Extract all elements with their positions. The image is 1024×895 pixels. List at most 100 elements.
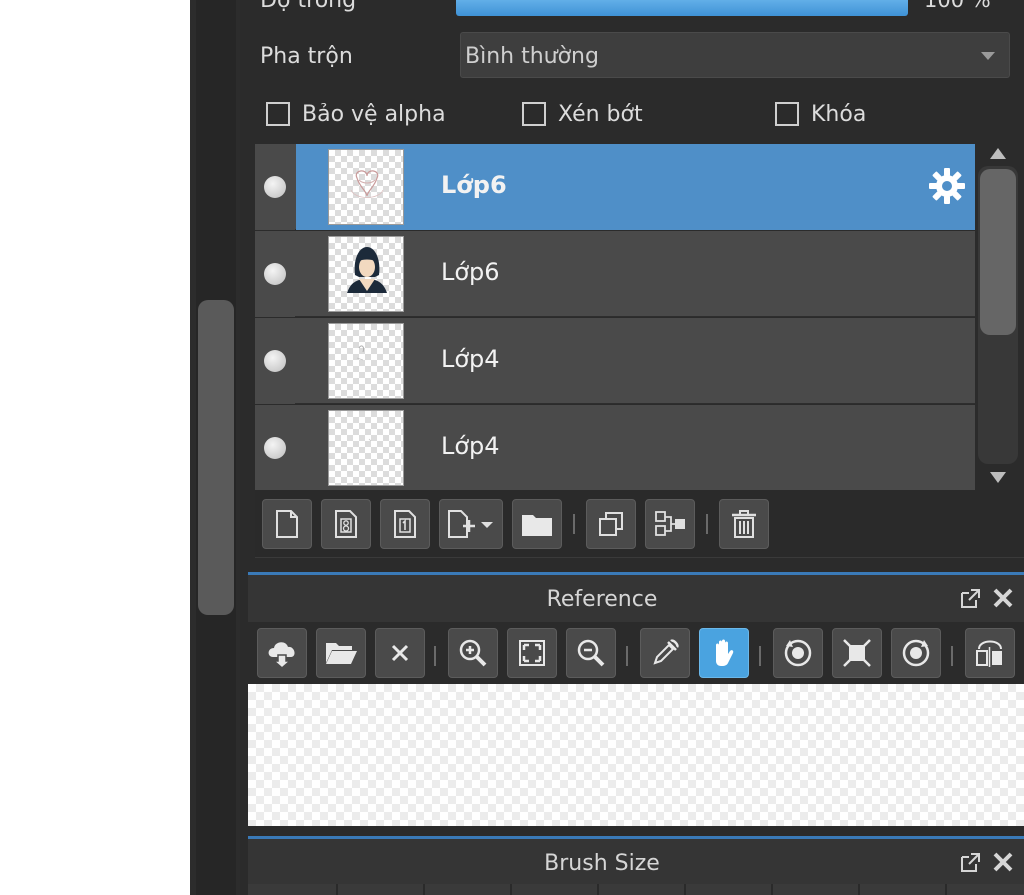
new-layer-icon — [276, 510, 298, 538]
lock-checkbox[interactable]: Khóa — [775, 96, 866, 132]
layer-toolbar — [255, 490, 1024, 558]
add-layer-menu-button[interactable] — [439, 499, 503, 549]
fit-screen-button[interactable] — [507, 628, 557, 678]
reference-panel-header: Reference — [248, 572, 1024, 622]
close-icon[interactable] — [990, 585, 1016, 611]
merge-layer-icon — [655, 511, 685, 536]
actual-size-button[interactable] — [832, 628, 882, 678]
rotate-right-button[interactable] — [891, 628, 941, 678]
section-gap — [240, 826, 1024, 836]
sketch-heart-icon — [350, 170, 384, 198]
visibility-toggle[interactable] — [264, 437, 286, 459]
cell-divider — [858, 884, 860, 895]
blend-row: Pha trộn Bình thường — [260, 32, 1024, 80]
scroll-up-icon[interactable] — [990, 148, 1006, 159]
cloud-import-button[interactable] — [257, 628, 307, 678]
layer-row[interactable]: Lớp4 — [255, 318, 975, 404]
zoom-in-icon — [459, 639, 487, 667]
delete-layer-button[interactable] — [719, 499, 769, 549]
chevron-down-icon — [981, 52, 995, 60]
opacity-label: Độ trong — [260, 0, 357, 13]
folder-icon — [522, 515, 552, 536]
brush-size-grid[interactable] — [248, 884, 1024, 895]
rotate-right-icon — [902, 639, 930, 667]
new-layer-button[interactable] — [262, 499, 312, 549]
protect-alpha-checkbox[interactable]: Bảo vệ alpha — [266, 96, 446, 132]
layer-list-scrollbar[interactable] — [975, 144, 1024, 490]
opacity-row: Độ trong 100 % — [260, 0, 1024, 20]
new-8bit-layer-button[interactable] — [321, 499, 371, 549]
reference-toolbar — [248, 622, 1024, 684]
actual-size-icon — [843, 639, 871, 667]
cell-divider — [945, 884, 947, 895]
visibility-toggle[interactable] — [264, 263, 286, 285]
rotate-left-button[interactable] — [773, 628, 823, 678]
faint-sketch-icon — [356, 345, 364, 361]
checkbox-box[interactable] — [775, 102, 799, 126]
blend-mode-value: Bình thường — [465, 44, 599, 69]
checkbox-box[interactable] — [266, 102, 290, 126]
zoom-out-button[interactable] — [566, 628, 616, 678]
opacity-slider[interactable] — [456, 0, 908, 16]
layer-thumbnail — [328, 323, 404, 399]
fit-icon — [519, 640, 545, 666]
hand-icon — [716, 639, 734, 666]
flip-icon — [976, 640, 1002, 667]
blend-mode-select[interactable]: Bình thường — [460, 32, 1010, 78]
zoom-out-icon — [577, 639, 605, 667]
gear-icon[interactable] — [927, 166, 967, 206]
close-icon[interactable] — [990, 849, 1016, 875]
toolbar-separator — [706, 514, 708, 534]
eyedropper-button[interactable] — [640, 628, 690, 678]
cell-divider — [510, 884, 512, 895]
new-folder-button[interactable] — [512, 499, 562, 549]
cell-divider — [423, 884, 425, 895]
cloud-import-icon — [268, 642, 295, 669]
layer-name: Lớp6 — [441, 171, 507, 199]
toolbar-separator — [951, 646, 953, 666]
delete-layer-icon — [732, 510, 756, 538]
toolbar-separator — [434, 646, 436, 666]
panel-title: Reference — [546, 587, 658, 612]
layer-thumbnail — [328, 410, 404, 486]
cell-divider — [597, 884, 599, 895]
checkbox-label: Bảo vệ alpha — [302, 101, 446, 127]
layer-thumbnail — [328, 149, 404, 225]
checkbox-box[interactable] — [522, 102, 546, 126]
popout-icon[interactable] — [958, 851, 982, 875]
zoom-in-button[interactable] — [448, 628, 498, 678]
visibility-toggle[interactable] — [264, 350, 286, 372]
cell-divider — [684, 884, 686, 895]
cell-divider — [771, 884, 773, 895]
layer-name: Lớp6 — [441, 258, 500, 286]
open-folder-icon — [326, 643, 357, 664]
clipping-checkbox[interactable]: Xén bớt — [522, 96, 643, 132]
popout-icon[interactable] — [958, 587, 982, 611]
toolbar-separator — [573, 514, 575, 534]
merge-layer-button[interactable] — [645, 499, 695, 549]
visibility-toggle[interactable] — [264, 176, 286, 198]
layer-row[interactable]: Lớp4 — [255, 405, 975, 490]
toolbar-separator — [626, 646, 628, 666]
scrollbar-thumb[interactable] — [980, 169, 1016, 335]
layer-row[interactable]: Lớp6 — [255, 231, 975, 317]
canvas-scrollbar-thumb[interactable] — [198, 300, 234, 615]
new-1bit-layer-button[interactable] — [380, 499, 430, 549]
layer-row-selected[interactable]: Lớp6 — [255, 144, 975, 230]
scroll-down-icon[interactable] — [990, 472, 1006, 483]
layer-name: Lớp4 — [441, 432, 500, 460]
duplicate-layer-icon — [599, 512, 623, 536]
duplicate-layer-button[interactable] — [586, 499, 636, 549]
clear-reference-button[interactable] — [375, 628, 425, 678]
layer-options: Bảo vệ alpha Xén bớt Khóa — [266, 96, 1024, 132]
rotate-left-icon — [784, 639, 812, 667]
reference-canvas[interactable] — [248, 684, 1024, 826]
add-layer-menu-icon — [448, 510, 493, 538]
layer-list: Lớp6 Lớp6 Lớp4 Lớp4 — [255, 144, 975, 490]
canvas-area[interactable] — [0, 0, 190, 895]
new-1bit-layer-icon — [394, 510, 416, 538]
hand-tool-button-active[interactable] — [699, 628, 749, 678]
open-folder-button[interactable] — [316, 628, 366, 678]
blend-label: Pha trộn — [260, 44, 353, 69]
flip-button[interactable] — [965, 628, 1015, 678]
